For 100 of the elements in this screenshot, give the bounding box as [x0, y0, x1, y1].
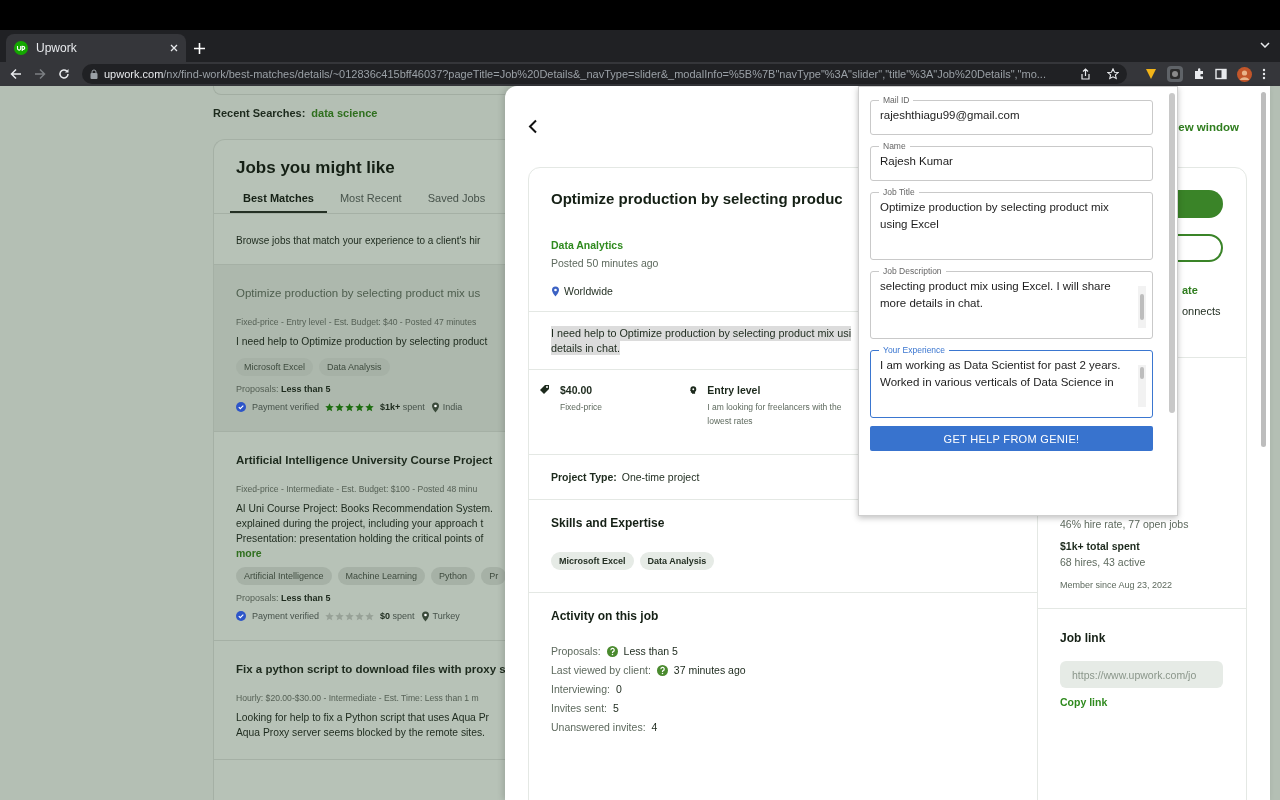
- job-description-line: Presentation: presentation holding the critical points of: [236, 531, 484, 546]
- member-since: Member since Aug 23, 2022: [1060, 580, 1173, 590]
- skill-tag[interactable]: Python: [431, 566, 476, 585]
- payment-status: Payment verified: [252, 611, 320, 622]
- back-icon[interactable]: [10, 68, 22, 80]
- spent-text: $0 spent: [380, 611, 415, 622]
- activity-value: 0: [615, 683, 622, 696]
- star-icon: [335, 611, 345, 621]
- new-tab-icon[interactable]: [194, 43, 205, 54]
- side-text: ate: [1182, 284, 1198, 296]
- job-title[interactable]: Fix a python script to download files with proxy s: [236, 662, 506, 675]
- job-meta: Hourly: $20.00-$30.00 - Intermediate - Est. Time: Less than 1 m: [236, 692, 479, 703]
- forward-icon[interactable]: [34, 68, 46, 80]
- job-item[interactable]: [214, 265, 505, 432]
- favicon-icon: [14, 41, 28, 55]
- form-field[interactable]: Name Rajesh Kumar: [870, 141, 1153, 181]
- job-meta: Fixed-price - Intermediate - Est. Budget: $100 - Posted 48 minu: [236, 483, 478, 494]
- skill-tag[interactable]: Microsoft Excel: [236, 357, 313, 376]
- job-description-line: I need help to Optimize production by selecting product: [236, 335, 488, 349]
- job-tab[interactable]: Saved Jobs: [414, 186, 499, 213]
- puzzle-icon[interactable]: [1193, 68, 1205, 80]
- reload-icon[interactable]: [58, 68, 70, 80]
- skill-tag[interactable]: Data Analysis: [319, 357, 390, 376]
- help-icon[interactable]: [606, 645, 618, 657]
- share-icon[interactable]: [1080, 68, 1091, 80]
- star-icon: [325, 611, 335, 621]
- recent-searches-label: Recent Searches:: [213, 107, 306, 119]
- activity-value: Less than 5: [623, 645, 678, 658]
- category-link[interactable]: Data Analytics: [551, 239, 623, 251]
- payment-status: Payment verified: [252, 402, 320, 413]
- activity-value: 37 minutes ago: [673, 664, 746, 677]
- skill-tag[interactable]: Pr: [481, 566, 507, 585]
- job-tab[interactable]: Most Recent: [326, 186, 415, 213]
- feature-value: $40.00: [560, 384, 594, 397]
- avatar-icon[interactable]: [1237, 66, 1252, 82]
- activity-label: Interviewing:: [551, 683, 610, 696]
- star-icon: [365, 402, 375, 412]
- recent-search-link[interactable]: data science: [311, 107, 378, 119]
- job-tab[interactable]: Best Matches: [230, 186, 327, 213]
- form-field[interactable]: Mail ID rajeshthiagu99@gmail.com: [870, 95, 1153, 135]
- country-text: Turkey: [432, 611, 460, 622]
- country-text: India: [442, 402, 463, 413]
- genie-button[interactable]: GET HELP FROM GENIE!: [870, 426, 1153, 451]
- section-heading: Skills and Expertise: [551, 516, 666, 531]
- star-icon: [355, 402, 365, 412]
- location-icon: [430, 401, 440, 413]
- project-type: Project Type: One-time project: [551, 471, 701, 484]
- form-field[interactable]: Your Experience I am working as Data Scientist for past 2 years. Worked in various verticals of Data Science in: [870, 345, 1153, 418]
- star-icon: [355, 611, 365, 621]
- star-icon: [345, 402, 355, 412]
- chevron-down-icon[interactable]: [1260, 42, 1270, 48]
- star-icon: [345, 611, 355, 621]
- skill-tag[interactable]: Microsoft Excel: [551, 552, 634, 571]
- job-title[interactable]: Artificial Intelligence University Course Project: [236, 453, 493, 466]
- menu-icon[interactable]: [1262, 68, 1266, 80]
- location-icon: [551, 285, 560, 297]
- lock-icon: [90, 69, 98, 79]
- section-heading: Activity on this job: [551, 609, 660, 624]
- job-description-line: Looking for help to fix a Python script that uses Aqua Pr: [236, 710, 489, 725]
- more-link[interactable]: more: [236, 546, 262, 559]
- open-new-window-link[interactable]: ew window: [1178, 120, 1239, 133]
- skill-tag[interactable]: Data Analysis: [639, 552, 715, 571]
- card-heading: Jobs you might like: [236, 158, 395, 178]
- job-description-line: Aqua Proxy server seems blocked by the remote sites.: [236, 725, 485, 740]
- feature-note: Fixed-price: [560, 401, 603, 415]
- extension-icon[interactable]: [1169, 68, 1181, 80]
- close-icon[interactable]: [170, 44, 178, 52]
- copy-link[interactable]: Copy link: [1060, 696, 1108, 708]
- feature-note: I am looking for freelancers with the lowest rates: [707, 401, 843, 428]
- browser-tab[interactable]: Upwork: [6, 34, 186, 62]
- verified-icon: [236, 611, 246, 622]
- job-title[interactable]: Optimize production by selecting product mix us: [236, 287, 481, 299]
- extension-icon[interactable]: [1145, 68, 1157, 80]
- total-spent: $1k+ total spent: [1060, 540, 1140, 552]
- scrollbar[interactable]: [1169, 93, 1175, 413]
- bookmark-star-icon[interactable]: [1107, 68, 1119, 80]
- spent-text: $1k+ spent: [380, 402, 425, 413]
- job-description-line: AI Uni Course Project: Books Recommendation System.: [236, 501, 493, 516]
- skill-tag[interactable]: Machine Learning: [337, 566, 426, 585]
- form-field[interactable]: Job Title Optimize production by selecting product mix using Excel: [870, 187, 1153, 260]
- activity-label: Last viewed by client:: [551, 664, 651, 677]
- posted-time: Posted 50 minutes ago: [551, 257, 659, 269]
- section-heading: Job link: [1060, 631, 1107, 645]
- tag-icon: [539, 384, 550, 396]
- hires-text: 68 hires, 43 active: [1060, 556, 1146, 568]
- scrollbar[interactable]: [1261, 92, 1266, 447]
- side-panel-icon[interactable]: [1215, 68, 1227, 80]
- verified-icon: [236, 402, 246, 413]
- skill-tag[interactable]: Artificial Intelligence: [236, 566, 332, 585]
- location-icon: [420, 610, 430, 622]
- activity-label: Unanswered invites:: [551, 721, 646, 734]
- head-icon: [689, 384, 698, 397]
- address-bar[interactable]: upwork.com/nx/find-work/best-matches/details/~012836c415bff46037?pageTitle=Job%20Details&_navType=slider&_modalInfo=%5B%7B"navType"%3A"slider","title"%3A"Job%20Details","mo...: [82, 64, 1127, 84]
- search-field[interactable]: [213, 86, 505, 95]
- form-field[interactable]: Job Description selecting product mix using Excel. I will share more details in chat.: [870, 266, 1153, 339]
- job-meta: Fixed-price - Entry level - Est. Budget: $40 - Posted 47 minutes: [236, 317, 477, 327]
- help-icon[interactable]: [656, 664, 668, 676]
- job-link-field[interactable]: https://www.upwork.com/jo: [1060, 661, 1223, 688]
- activity-value: 5: [613, 702, 619, 715]
- feature-value: Entry level: [707, 384, 762, 397]
